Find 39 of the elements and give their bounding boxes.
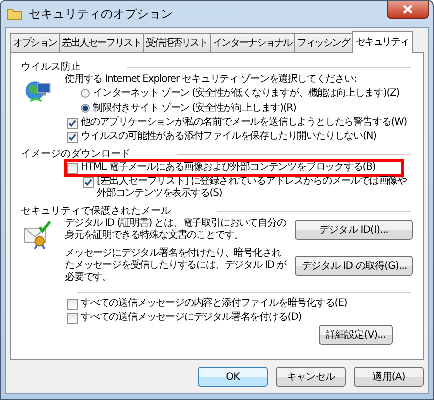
dialog-button[interactable]: 適用(A) xyxy=(354,367,424,387)
radio-button[interactable] xyxy=(81,89,90,98)
certificate-mail-icon xyxy=(23,220,53,250)
dialog-button[interactable]: キャンセル xyxy=(276,367,346,387)
close-icon xyxy=(403,5,413,14)
radio-button[interactable] xyxy=(81,104,90,113)
tab[interactable]: 差出人セーフリスト xyxy=(59,33,144,52)
checkbox-label[interactable]: ウイルスの可能性がある添付ファイルを保存したり開いたりしない(N) xyxy=(81,131,376,143)
window-title: セキュリティのオプション xyxy=(29,6,173,22)
checkbox[interactable] xyxy=(67,313,78,324)
push-button[interactable]: デジタル ID(I)... xyxy=(295,220,413,240)
group-title: セキュリティで保護されたメール xyxy=(21,204,171,218)
tab[interactable]: フィッシング xyxy=(294,33,353,52)
tab[interactable]: オプション xyxy=(10,33,60,52)
radio-label[interactable]: インターネット ゾーン (安全性が低くなりますが、機能は向上します)(Z) xyxy=(93,88,400,100)
checkbox-label[interactable]: 他のアプリケーションが私の名前でメールを送信しようとしたら警告する(W) xyxy=(81,117,408,129)
checkbox[interactable] xyxy=(67,299,78,310)
checkbox[interactable] xyxy=(67,118,78,129)
close-button[interactable] xyxy=(387,1,429,19)
checkbox-label[interactable]: すべての送信メッセージの内容と添付ファイルを暗号化する(E) xyxy=(81,298,348,310)
checkbox[interactable] xyxy=(83,177,94,188)
zone-prompt: 使用する Internet Explorer セキュリティ ゾーンを選択してください: xyxy=(65,74,358,86)
advanced-settings-button[interactable]: 詳細設定(V)... xyxy=(318,325,393,345)
group-title: ウイルス防止 xyxy=(21,60,81,74)
checkbox[interactable] xyxy=(67,163,78,174)
push-button[interactable]: デジタル ID の取得(G)... xyxy=(295,256,413,276)
dialog-button[interactable]: OK xyxy=(198,367,268,387)
tab[interactable]: インターナショナル xyxy=(210,33,296,52)
checkbox-label[interactable]: すべての送信メッセージにデジタル署名を付ける(D) xyxy=(81,312,302,324)
checkbox[interactable] xyxy=(67,132,78,143)
description-text: メッセージにデジタル署名を付けたり、暗号化されたメッセージを受信したりするには、デジタル ID が必要です。 xyxy=(65,248,287,284)
checkbox-label[interactable]: [差出人セーフリスト] に登録されているアドレスからのメールでは画像や外部コンテンツを表示する(S) xyxy=(97,176,413,200)
group-title: イメージのダウンロード xyxy=(21,148,131,161)
tab[interactable]: セキュリティ xyxy=(352,31,413,53)
radio-label[interactable]: 制限付きサイト ゾーン (安全性が向上します)(R) xyxy=(93,103,296,115)
folder-icon xyxy=(7,7,23,21)
description-text: デジタル ID (証明書) とは、電子取引において自分の身元を証明できる特殊な文書のことです。 xyxy=(65,218,287,242)
tab[interactable]: 受信拒否リスト xyxy=(143,33,211,52)
checkbox-label[interactable]: HTML 電子メールにある画像および外部コンテンツをブロックする(B) xyxy=(81,162,376,174)
